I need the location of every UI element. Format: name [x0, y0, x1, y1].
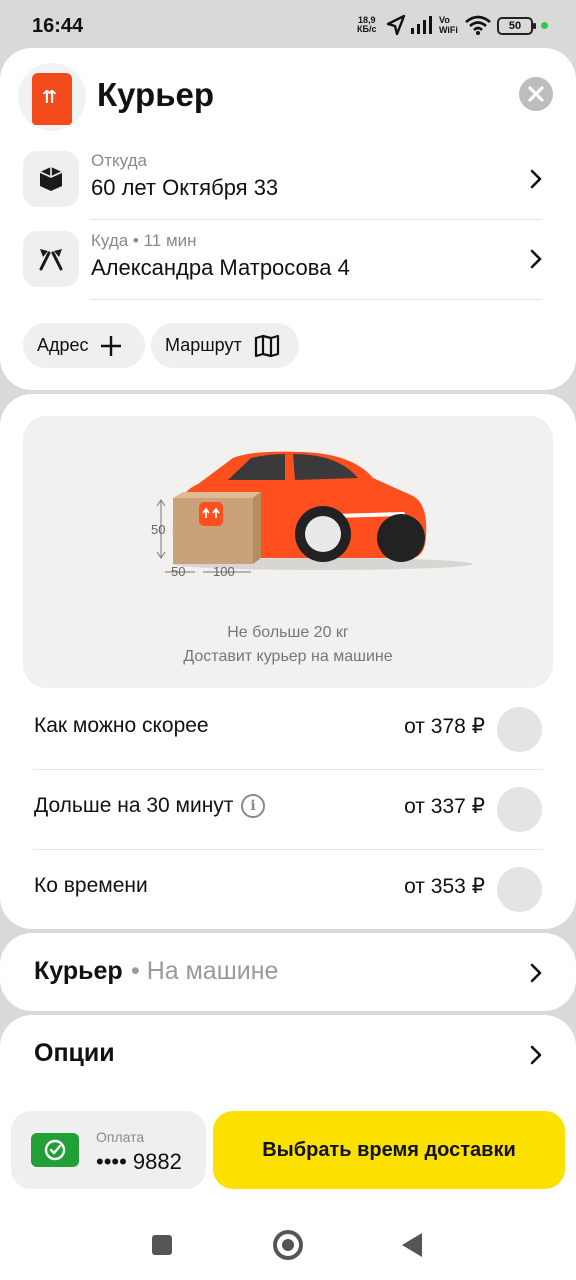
info-icon[interactable]: i [241, 794, 265, 818]
option-asap[interactable]: Как можно скорее от 378 ₽ [0, 690, 576, 770]
add-address-label: Адрес [37, 335, 89, 355]
chevron-right-icon [530, 963, 542, 983]
courier-type-subtitle: • На машине [131, 957, 279, 985]
route-from-label: Откуда [91, 151, 147, 170]
courier-type-title: Курьер [34, 957, 123, 985]
back-icon[interactable] [402, 1233, 422, 1257]
delivery-description: Доставит курьер на машине [183, 648, 393, 665]
courier-type-row[interactable]: Курьер • На машине [0, 933, 576, 1011]
network-speed-unit: КБ/с [357, 24, 377, 34]
dim-height: 50 [151, 522, 166, 537]
route-to-address: Александра Матросова 4 [91, 255, 350, 280]
option-price: от 337 ₽ [404, 795, 485, 818]
option-longer[interactable]: Дольше на 30 минут i от 337 ₽ [0, 770, 576, 850]
vowifi-label: WiFi [439, 25, 458, 35]
route-to-row[interactable]: Куда • 11 мин Александра Матросова 4 [0, 225, 576, 295]
cell-signal-icon [411, 16, 432, 34]
payment-card-number: •••• 9882 [96, 1149, 182, 1174]
home-icon[interactable] [273, 1230, 303, 1260]
map-icon [254, 334, 280, 358]
payment-label: Оплата [96, 1129, 145, 1145]
status-bar: 16:44 18,9 КБ/с Vo WiFi 50 [0, 0, 576, 54]
status-time: 16:44 [32, 15, 84, 37]
add-address-chip[interactable]: Адрес [23, 323, 145, 368]
route-from-row[interactable]: Откуда 60 лет Октября 33 [0, 145, 576, 215]
payment-method-button[interactable]: Оплата •••• 9882 [11, 1111, 206, 1189]
chevron-right-icon [530, 169, 542, 189]
vehicle-illustration: 50 50 100 Не больше 20 кг Доставит курье… [23, 416, 553, 688]
route-to-label: Куда • 11 мин [91, 231, 197, 250]
dim-width: 50 [171, 564, 186, 579]
option-name: Ко времени [34, 874, 148, 897]
close-icon [528, 86, 544, 102]
chevron-right-icon [530, 1045, 542, 1065]
wifi-icon [465, 15, 491, 35]
option-radio[interactable] [497, 867, 542, 912]
option-price: от 353 ₽ [404, 875, 485, 898]
network-speed: 18,9 КБ/с [357, 16, 376, 34]
option-scheduled[interactable]: Ко времени от 353 ₽ [0, 850, 576, 930]
privacy-dot [541, 22, 548, 29]
battery-indicator: 50 [497, 17, 536, 35]
page-title: Курьер [97, 76, 215, 113]
dim-length: 100 [213, 564, 235, 579]
option-radio[interactable] [497, 787, 542, 832]
recents-icon[interactable] [152, 1235, 172, 1255]
extra-options-title: Опции [34, 1039, 115, 1067]
close-button[interactable] [519, 77, 553, 111]
weight-limit: Не больше 20 кг [227, 624, 349, 641]
courier-bag-icon: ⇈ [18, 63, 86, 131]
route-from-address: 60 лет Октября 33 [91, 175, 279, 200]
route-card: ⇈ Курьер Откуда 60 лет Октября 33 Куда •… [0, 48, 576, 390]
route-chip[interactable]: Маршрут [151, 323, 299, 368]
option-radio[interactable] [497, 707, 542, 752]
vowifi-indicator: Vo WiFi [439, 15, 458, 35]
option-price: от 378 ₽ [404, 715, 485, 738]
plus-icon [101, 336, 121, 356]
car-with-box-icon [156, 451, 473, 573]
route-chip-label: Маршрут [165, 335, 242, 355]
tariff-card: 50 50 100 Не больше 20 кг Доставит курье… [0, 394, 576, 929]
divider [91, 219, 542, 220]
vowifi-vo: Vo [439, 15, 450, 25]
chevron-right-icon [530, 249, 542, 269]
option-name: Как можно скорее [34, 714, 209, 737]
flags-icon [23, 231, 79, 287]
divider [91, 299, 542, 300]
payment-card-icon [31, 1133, 79, 1167]
location-icon [386, 14, 406, 36]
system-nav-bar [0, 1205, 576, 1280]
choose-delivery-time-button[interactable]: Выбрать время доставки [213, 1111, 565, 1189]
box-icon [23, 151, 79, 207]
option-name: Дольше на 30 минут [34, 794, 234, 817]
